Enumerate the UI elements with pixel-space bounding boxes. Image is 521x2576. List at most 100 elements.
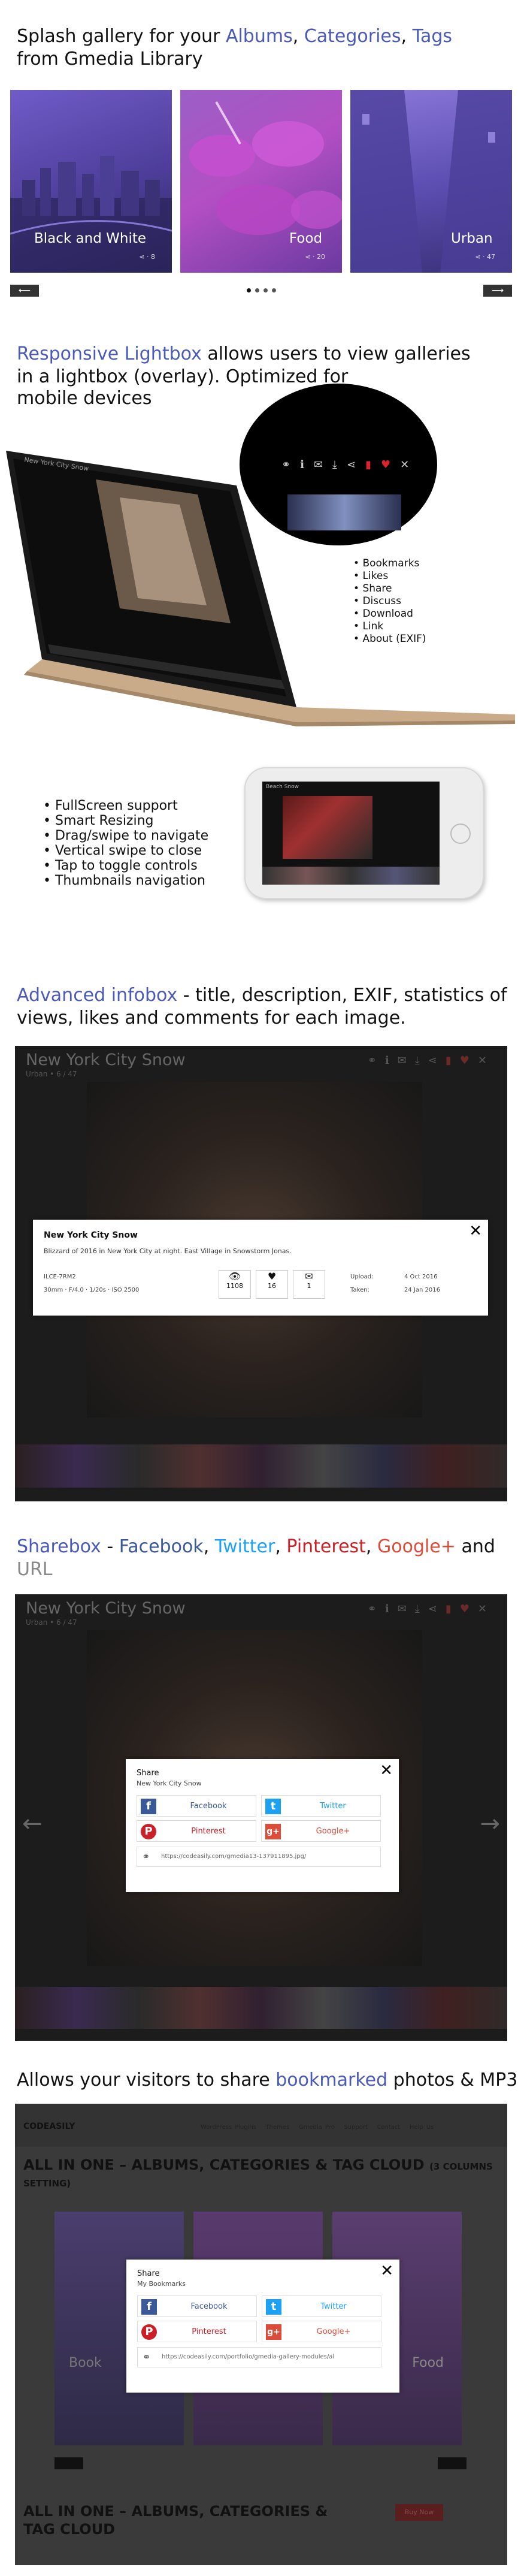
info-icon[interactable]: ℹ xyxy=(385,1054,398,1067)
infobox-lightbox-panel: New York City Snow Urban • 6 / 47 ⚭ℹ✉⤓⋖▮… xyxy=(15,1046,507,1501)
site-nav: WordPress Plugins Themes Gmedia Pro Supp… xyxy=(201,2124,434,2131)
thumbnail-strip[interactable] xyxy=(15,1444,507,1488)
close-icon[interactable]: ✕ xyxy=(380,2262,393,2280)
next-arrow-icon[interactable]: → xyxy=(480,1810,500,1838)
pinterest-share-button[interactable]: P Pinterest xyxy=(137,2321,257,2342)
phone-lightbox-title: Beach Snow xyxy=(266,784,299,790)
gallery-tile-urban[interactable]: Urban ⋖ · 47 xyxy=(350,90,512,273)
feature-item: Likes xyxy=(353,570,426,583)
likes-count: 16 xyxy=(268,1282,276,1290)
tile-label: Book xyxy=(69,2355,102,2370)
nav-item[interactable]: Support xyxy=(344,2124,368,2131)
prev-arrow-icon[interactable]: ← xyxy=(22,1810,43,1838)
heart-icon[interactable]: ♥ xyxy=(460,1054,478,1067)
info-title: New York City Snow xyxy=(44,1230,138,1240)
share-icon[interactable]: ⋖ xyxy=(428,1603,446,1615)
nav-item[interactable]: Gmedia Pro xyxy=(299,2124,335,2131)
categories-word: Categories xyxy=(304,26,401,47)
website-screenshot: CODEASILY WordPress Plugins Themes Gmedi… xyxy=(15,2104,507,2565)
pager-dot-active[interactable] xyxy=(247,288,251,292)
close-icon[interactable]: ✕ xyxy=(478,1603,495,1615)
views-stat: 👁 1108 xyxy=(219,1270,251,1299)
info-icon[interactable]: ℹ xyxy=(300,459,314,471)
bookmark-icon[interactable]: ▮ xyxy=(446,1054,460,1067)
pinterest-share-button[interactable]: P Pinterest xyxy=(137,1820,256,1842)
heading-text: photos & MP3 xyxy=(387,2070,518,2091)
site-next-button[interactable] xyxy=(438,2457,467,2469)
section-infobox: Advanced infobox - title, description, E… xyxy=(0,977,521,1504)
facebook-share-button[interactable]: f Facebook xyxy=(137,2296,257,2317)
info-icon[interactable]: ℹ xyxy=(385,1603,398,1615)
share-url: https://codeasily.com/gmedia13-137911895… xyxy=(161,1853,307,1860)
nav-item[interactable]: Contact xyxy=(377,2124,400,2131)
twitter-icon: t xyxy=(265,1799,281,1814)
nav-item[interactable]: Help Us xyxy=(410,2124,434,2131)
eye-icon: 👁 xyxy=(228,1271,241,1282)
heading-text: and xyxy=(455,1536,495,1557)
heart-icon[interactable]: ♥ xyxy=(460,1603,478,1615)
nav-item[interactable]: Themes xyxy=(266,2124,290,2131)
download-icon[interactable]: ⤓ xyxy=(415,1054,428,1067)
buy-now-button[interactable]: Buy Now xyxy=(395,2504,443,2521)
thumbnail-strip[interactable] xyxy=(15,1987,507,2029)
share-url-field[interactable]: ⚭ https://codeasily.com/portfolio/gmedia… xyxy=(137,2347,381,2367)
comment-icon: ✉ xyxy=(305,1271,313,1282)
heading-text: Splash gallery for your xyxy=(17,26,226,47)
close-icon[interactable]: ✕ xyxy=(380,1761,393,1779)
share-icon[interactable]: ⋖ xyxy=(428,1054,446,1067)
facebook-share-button[interactable]: f Facebook xyxy=(137,1795,256,1817)
tile-count: ⋖ · 47 xyxy=(475,253,495,261)
site-prev-button[interactable] xyxy=(54,2457,83,2469)
share-icon[interactable]: ⋖ xyxy=(347,459,365,471)
twitter-share-button[interactable]: t Twitter xyxy=(262,2296,381,2317)
pager-dot[interactable] xyxy=(272,288,276,292)
close-icon[interactable]: ✕ xyxy=(469,1222,482,1240)
close-icon[interactable]: ✕ xyxy=(400,459,419,471)
comment-icon[interactable]: ✉ xyxy=(314,459,332,471)
next-arrow-button[interactable]: ⟶ xyxy=(483,285,512,297)
close-icon[interactable]: ✕ xyxy=(478,1054,495,1067)
lightbox-toolbar: ⚭ℹ✉⤓⋖▮♥✕ xyxy=(368,1054,495,1067)
facebook-word: Facebook xyxy=(119,1536,204,1557)
pager-dot[interactable] xyxy=(263,288,268,292)
button-label: Google+ xyxy=(316,1827,350,1836)
section-sharebox: Sharebox - Facebook, Twitter, Pinterest,… xyxy=(0,1528,521,2050)
lightbox-heading-line2: in a lightbox (overlay). Optimized for xyxy=(17,366,349,387)
googleplus-share-button[interactable]: g+ Google+ xyxy=(262,2321,381,2342)
pinterest-word: Pinterest xyxy=(286,1536,366,1557)
share-url-field[interactable]: ⚭ https://codeasily.com/gmedia13-1379118… xyxy=(137,1847,381,1867)
download-icon[interactable]: ⤓ xyxy=(332,459,347,471)
download-icon[interactable]: ⤓ xyxy=(415,1603,428,1615)
albums-word: Albums xyxy=(225,26,293,47)
sep: , xyxy=(203,1536,215,1557)
link-icon: ⚭ xyxy=(143,2351,151,2363)
tile-label: Food xyxy=(412,2355,444,2370)
heart-icon: ♥ xyxy=(267,1271,277,1282)
bookmark-icon[interactable]: ▮ xyxy=(365,459,381,471)
gallery-tile-black-and-white[interactable]: Black and White ⋖ · 8 xyxy=(10,90,172,273)
comment-icon[interactable]: ✉ xyxy=(398,1054,415,1067)
sharebox-title: Sharebox xyxy=(17,1536,101,1557)
twitter-share-button[interactable]: t Twitter xyxy=(261,1795,381,1817)
tile-label: Food xyxy=(289,231,323,246)
link-icon[interactable]: ⚭ xyxy=(368,1054,385,1067)
comment-icon[interactable]: ✉ xyxy=(398,1603,415,1615)
site-heading: ALL IN ONE – ALBUMS, CATEGORIES & TAG CL… xyxy=(23,2156,507,2190)
bookmarks-heading: Allows your visitors to share bookmarked… xyxy=(17,2069,517,2092)
bookmark-icon[interactable]: ▮ xyxy=(446,1603,460,1615)
lightbox-counter: Urban • 6 / 47 xyxy=(26,1070,77,1078)
share-title: Share xyxy=(137,2269,160,2278)
heart-icon[interactable]: ♥ xyxy=(381,459,400,471)
upload-date: 4 Oct 2016 xyxy=(404,1274,438,1280)
pinterest-icon: P xyxy=(141,2324,157,2340)
googleplus-share-button[interactable]: g+ Google+ xyxy=(261,1820,381,1842)
site-logo: CODEASILY xyxy=(23,2122,75,2131)
link-icon[interactable]: ⚭ xyxy=(281,459,300,471)
link-icon[interactable]: ⚭ xyxy=(368,1603,385,1615)
nav-item[interactable]: WordPress Plugins xyxy=(201,2124,256,2131)
twitter-word: Twitter xyxy=(214,1536,275,1557)
pager-dot[interactable] xyxy=(255,288,259,292)
prev-arrow-button[interactable]: ⟵ xyxy=(10,285,39,297)
arrow-right-icon: ⟶ xyxy=(491,286,504,295)
gallery-tile-food[interactable]: Food ⋖ · 20 xyxy=(180,90,342,273)
